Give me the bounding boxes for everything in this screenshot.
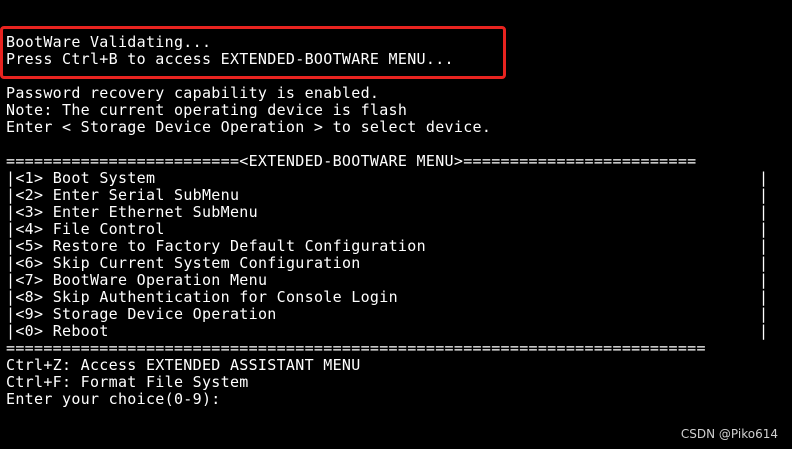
watermark: CSDN @Piko614 (680, 427, 778, 441)
menu-item-key: <1> (15, 169, 44, 187)
password-recovery-line: Password recovery capability is enabled. (6, 84, 380, 102)
menu-item-label: Boot System (52, 169, 156, 187)
shortcut-ctrl-f: Ctrl+F: Format File System (6, 373, 249, 391)
menu-item-label: Reboot (52, 322, 109, 340)
menu-item-reboot[interactable]: |<0> Reboot | (6, 323, 786, 340)
choice-prompt-text: Enter your choice(0-9): (6, 390, 221, 408)
menu-item-key: <7> (15, 271, 44, 289)
menu-border-right: | (759, 203, 769, 221)
menu-item-key: <9> (15, 305, 44, 323)
menu-item-label: File Control (52, 220, 165, 238)
menu-footer: ========================================… (6, 339, 706, 357)
operating-device-note-line: Note: The current operating device is fl… (6, 101, 408, 119)
menu-item-label: Skip Authentication for Console Login (52, 288, 398, 306)
menu-border-right: | (759, 186, 769, 204)
menu-item-key: <6> (15, 254, 44, 272)
menu-item-label: Enter Ethernet SubMenu (52, 203, 258, 221)
menu-border-right: | (759, 288, 769, 306)
menu-border-right: | (759, 220, 769, 238)
menu-border-right: | (759, 237, 769, 255)
menu-item-label: Restore to Factory Default Configuration (52, 237, 426, 255)
menu-item-label: Enter Serial SubMenu (52, 186, 240, 204)
menu-item-key: <0> (15, 322, 44, 340)
menu-header: =========================<EXTENDED-BOOTW… (6, 152, 697, 170)
boot-validating-line: BootWare Validating... (6, 33, 212, 51)
menu-item-key: <4> (15, 220, 44, 238)
menu-item-serial-submenu[interactable]: |<2> Enter Serial SubMenu | (6, 187, 786, 204)
boot-press-ctrl-b-line: Press Ctrl+B to access EXTENDED-BOOTWARE… (6, 50, 454, 68)
menu-border-right: | (759, 305, 769, 323)
menu-border-right: | (759, 169, 769, 187)
menu-border-right: | (759, 271, 769, 289)
menu-border-right: | (759, 322, 769, 340)
menu-item-skip-current-config[interactable]: |<6> Skip Current System Configuration | (6, 255, 786, 272)
shortcut-ctrl-z: Ctrl+Z: Access EXTENDED ASSISTANT MENU (6, 356, 361, 374)
extended-bootware-menu: =========================<EXTENDED-BOOTW… (6, 153, 786, 357)
choice-prompt[interactable]: Enter your choice(0-9): (6, 391, 786, 408)
terminal-console[interactable]: BootWare Validating... Press Ctrl+B to a… (6, 34, 786, 408)
menu-border-right: | (759, 254, 769, 272)
menu-item-restore-factory-default[interactable]: | <5> Restore to Factory Default Configur… (6, 238, 786, 255)
menu-item-bootware-operation[interactable]: |<7> BootWare Operation Menu | (6, 272, 786, 289)
menu-item-boot-system[interactable]: |<1> Boot System | (6, 170, 786, 187)
menu-item-key: <2> (15, 186, 44, 204)
menu-item-label: Storage Device Operation (52, 305, 277, 323)
storage-device-hint-line: Enter < Storage Device Operation > to se… (6, 118, 492, 136)
menu-item-storage-device-operation[interactable]: |<9> Storage Device Operation | (6, 306, 786, 323)
menu-item-key: <3> (15, 203, 44, 221)
menu-item-ethernet-submenu[interactable]: |<3> Enter Ethernet SubMenu | (6, 204, 786, 221)
menu-item-skip-console-auth[interactable]: | <8> Skip Authentication for Console Log… (6, 289, 786, 306)
menu-item-label: BootWare Operation Menu (52, 271, 268, 289)
menu-item-key: <8> (15, 288, 44, 306)
menu-item-key: <5> (15, 237, 44, 255)
menu-item-file-control[interactable]: |<4> File Control | (6, 221, 786, 238)
menu-item-label: Skip Current System Configuration (52, 254, 361, 272)
